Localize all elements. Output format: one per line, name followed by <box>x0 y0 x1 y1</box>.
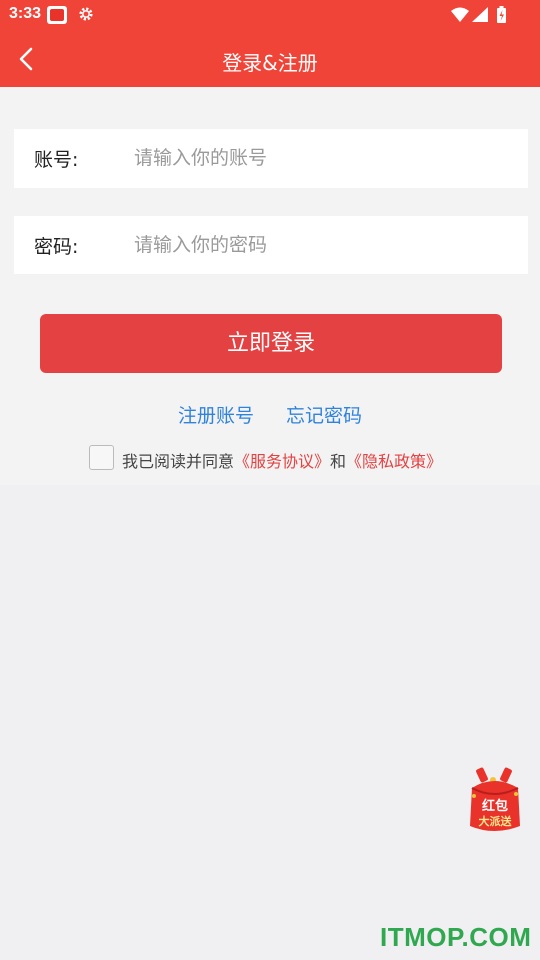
account-field: 账号: <box>14 129 528 188</box>
promo-line2: 大派送 <box>479 814 513 828</box>
login-button[interactable]: 立即登录 <box>40 314 502 373</box>
wifi-icon <box>451 7 469 22</box>
app-notification-icon <box>47 6 67 24</box>
password-field: 密码: <box>14 216 528 274</box>
title-bar: 登录&注册 <box>0 30 540 87</box>
auth-links: 注册账号 忘记密码 <box>0 401 540 428</box>
red-packet-promo-icon[interactable]: 红包 大派送 <box>464 766 526 834</box>
status-time: 3:33 <box>9 5 42 22</box>
forgot-password-link[interactable]: 忘记密码 <box>286 401 362 428</box>
signal-icon <box>472 7 488 22</box>
agreement-conjunction: 和 <box>330 452 347 471</box>
promo-line1: 红包 <box>482 798 508 814</box>
agreement-text: 我已阅读并同意《服务协议》和《隐私政策》 <box>122 448 442 472</box>
agreement-checkbox[interactable] <box>89 445 114 470</box>
gear-icon <box>79 7 93 21</box>
password-label: 密码: <box>34 236 79 258</box>
account-label: 账号: <box>34 149 79 171</box>
service-agreement-link[interactable]: 《服务协议》 <box>234 452 330 471</box>
system-status-icons <box>451 6 506 23</box>
watermark: ITMOP.COM <box>380 922 532 952</box>
account-input[interactable] <box>134 137 514 179</box>
status-bar: 3:33 <box>0 0 540 30</box>
privacy-policy-link[interactable]: 《隐私政策》 <box>346 452 442 471</box>
password-input[interactable] <box>134 224 514 266</box>
register-link[interactable]: 注册账号 <box>178 401 254 428</box>
agreement-prefix: 我已阅读并同意 <box>122 452 235 471</box>
battery-icon <box>497 6 506 23</box>
page-title: 登录&注册 <box>222 51 318 75</box>
